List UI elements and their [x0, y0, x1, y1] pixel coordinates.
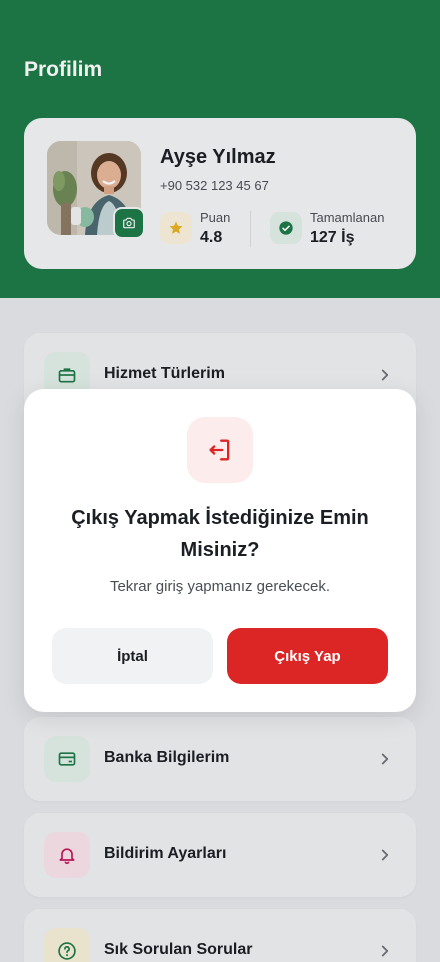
- logout-button[interactable]: Çıkış Yap: [227, 628, 388, 684]
- dialog-title: Çıkış Yapmak İstediğinize Emin Misiniz?: [71, 507, 369, 561]
- profile-page: Profilim Ayşe Yılmaz +90 532 123 45 67 P…: [0, 0, 440, 962]
- logout-icon-box: [187, 417, 253, 483]
- logout-icon: [209, 439, 230, 461]
- logout-dialog: Çıkış Yapmak İstediğinize Emin Misiniz? …: [24, 389, 416, 712]
- cancel-button[interactable]: İptal: [52, 628, 213, 684]
- dialog-subtitle: Tekrar giriş yapmanız gerekecek.: [109, 578, 331, 595]
